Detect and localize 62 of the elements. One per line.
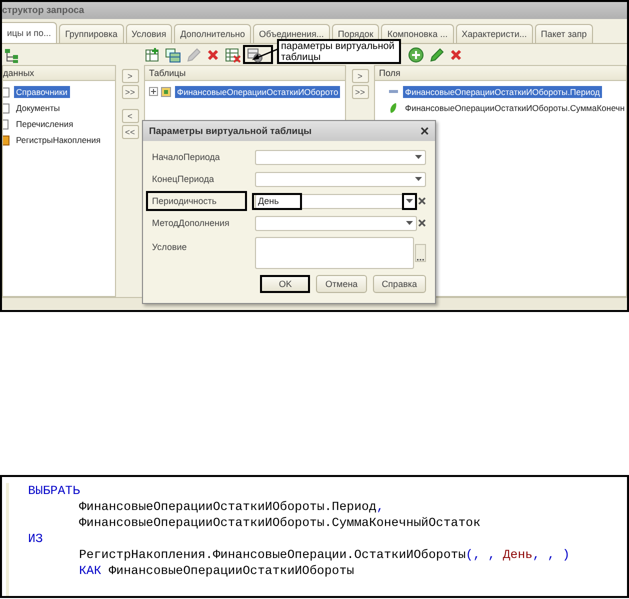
- window-title: структор запроса: [2, 5, 84, 16]
- tab[interactable]: Пакет запр: [534, 24, 593, 43]
- code-line: ИЗ: [28, 531, 43, 547]
- nested-tables-icon: [165, 46, 181, 62]
- move-button[interactable]: >: [352, 69, 368, 83]
- tab[interactable]: Характеристи...: [456, 24, 533, 43]
- tab[interactable]: Компоновка ...: [381, 24, 454, 43]
- code-line: ФинансовыеОперацииОстаткиИОбороты.Период,: [78, 499, 384, 515]
- select-value: День: [252, 192, 302, 210]
- code-line: КАК ФинансовыеОперацииОстаткиИОбороты: [78, 563, 354, 579]
- tab[interactable]: Условия: [126, 24, 172, 43]
- dropdown-arrow-icon: [406, 221, 413, 225]
- pencil-icon: [185, 46, 201, 62]
- code-line: РегистрНакопления.ФинансовыеОперации.ОстаткиИОбороты(, , День, , ): [78, 547, 570, 563]
- parameter-label: Периодичность: [146, 191, 247, 211]
- code-line: ФинансовыеОперацииОстаткиИОбороты.СуммаКонечныйОстаток: [78, 515, 481, 531]
- list-item[interactable]: ФинансовыеОперацииОстаткиИОбороты.СуммаКонечн: [403, 102, 626, 114]
- parameter-select[interactable]: День: [255, 194, 417, 208]
- callout-arrow: [250, 48, 280, 62]
- dropdown-arrow-icon: [406, 199, 413, 203]
- panel-header: данных: [3, 66, 115, 81]
- condition-field[interactable]: [255, 237, 414, 269]
- dropdown-arrow-icon: [415, 177, 422, 181]
- tab[interactable]: Дополнительно: [174, 24, 251, 43]
- move-button[interactable]: >>: [122, 85, 138, 99]
- tab[interactable]: Группировка: [59, 24, 124, 43]
- close-button[interactable]: ×: [420, 124, 429, 138]
- dialog-button[interactable]: Справка: [372, 275, 426, 293]
- list-item[interactable]: Документы: [14, 102, 62, 114]
- parameter-label: НачалоПериода: [151, 151, 221, 164]
- add-table-icon: [145, 46, 161, 62]
- dropdown-arrow-icon: [415, 155, 422, 159]
- list-item[interactable]: Справочники: [14, 86, 70, 98]
- tab[interactable]: ицы и по...: [2, 22, 58, 43]
- list-item[interactable]: Перечисления: [14, 118, 76, 130]
- list-item[interactable]: ФинансовыеОперацииОстаткиИОборото: [175, 86, 340, 98]
- clear-icon: [418, 197, 426, 205]
- dialog-button[interactable]: OK: [260, 275, 310, 293]
- pencil-icon: [428, 46, 444, 62]
- table-delete-icon: [225, 46, 241, 62]
- tree-icon: [4, 46, 20, 62]
- expand-icon: [149, 87, 158, 96]
- move-button[interactable]: <<: [122, 125, 138, 139]
- code-line: ВЫБРАТЬ: [28, 483, 80, 499]
- parameter-label: МетодДополнения: [151, 217, 230, 230]
- parameter-label: Условие: [151, 241, 188, 254]
- callout-label: параметры виртуальной таблицы: [277, 39, 401, 64]
- move-button[interactable]: >>: [352, 85, 368, 99]
- list-item[interactable]: РегистрыНакопления: [14, 134, 103, 146]
- panel-header: Таблицы: [145, 66, 345, 81]
- move-button[interactable]: <: [122, 109, 138, 123]
- dropdown-button[interactable]: [402, 192, 417, 210]
- table-icon: [161, 87, 171, 97]
- list-item[interactable]: ФинансовыеОперацииОстаткиИОбороты.Период: [403, 86, 602, 98]
- parameter-label: КонецПериода: [151, 173, 215, 186]
- clear-icon: [418, 219, 426, 227]
- add-icon: [408, 46, 424, 62]
- dialog-button[interactable]: Отмена: [316, 275, 367, 293]
- choose-button[interactable]: [415, 244, 426, 262]
- dialog-title: Параметры виртуальной таблицы: [149, 126, 312, 136]
- panel-header: Поля: [375, 66, 626, 81]
- move-button[interactable]: >: [122, 69, 138, 83]
